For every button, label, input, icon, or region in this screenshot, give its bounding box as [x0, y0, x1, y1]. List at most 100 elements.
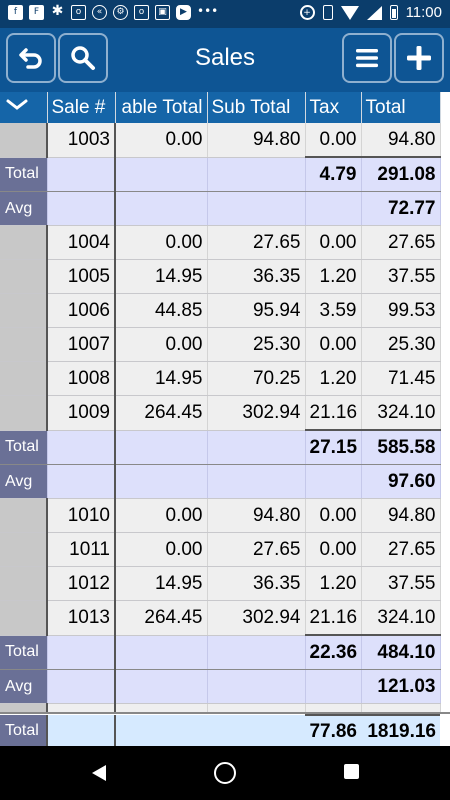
sale-number-cell: 1003: [47, 123, 116, 158]
row-label: [0, 498, 48, 533]
column-header-taxable-total[interactable]: able Total: [115, 92, 208, 123]
table-row[interactable]: 1005 14.95 36.35 1.20 37.55: [0, 259, 441, 294]
table-row[interactable]: 1004 0.00 27.65 0.00 27.65: [0, 225, 441, 260]
nav-recents-button[interactable]: [344, 764, 359, 779]
average-row[interactable]: Avg 97.60: [0, 464, 441, 499]
office-icon-2: o: [134, 5, 149, 20]
subtotal-row[interactable]: Total 22.36 484.10: [0, 634, 441, 670]
add-button[interactable]: [394, 33, 444, 83]
taxable-total-cell: 0.00: [115, 225, 208, 260]
sale-number-cell: 1006: [47, 293, 116, 328]
total-cell: 27.65: [361, 225, 441, 260]
average-row[interactable]: Avg 121.03: [0, 669, 441, 704]
taxable-total-cell: 44.85: [115, 293, 208, 328]
sub-total-cell: [207, 635, 306, 670]
facebook-icon: f: [8, 5, 23, 20]
photo-icon: ▣: [155, 5, 170, 20]
total-cell: 94.80: [361, 123, 441, 158]
row-label: [0, 566, 48, 601]
tax-cell: 21.16: [305, 395, 362, 431]
sale-number-cell: [47, 191, 116, 226]
sale-number-cell: [47, 430, 116, 465]
sub-total-cell: [207, 157, 306, 192]
taxable-total-cell: 0.00: [115, 123, 208, 158]
sale-number-cell: 1004: [47, 225, 116, 260]
sale-number-cell: 1009: [47, 395, 116, 431]
taxable-total-cell: [115, 430, 208, 465]
table-row[interactable]: 1012 14.95 36.35 1.20 37.55: [0, 566, 441, 601]
flipboard-icon: F: [29, 5, 44, 20]
taxable-total-cell: [115, 464, 208, 499]
total-cell: 324.10: [361, 600, 441, 636]
taxable-total-cell: 0.00: [115, 498, 208, 533]
column-header-total[interactable]: Total: [361, 92, 441, 123]
search-button[interactable]: [58, 33, 108, 83]
sale-number-cell: [47, 464, 116, 499]
total-cell: 585.58: [361, 429, 441, 465]
total-cell: 99.53: [361, 293, 441, 328]
back-button[interactable]: [6, 33, 56, 83]
taxable-total-cell: 0.00: [115, 532, 208, 567]
total-cell: 97.60: [361, 464, 441, 499]
column-header-sub-total[interactable]: Sub Total: [207, 92, 306, 123]
row-label: Avg: [0, 191, 48, 226]
row-label: [0, 532, 48, 567]
data-saver-icon: +: [299, 5, 315, 20]
sale-number-cell: 1005: [47, 259, 116, 294]
status-bar: f F ✱ o « ⚙ o ▣ ▶ ••• + 11:00: [0, 0, 450, 28]
sub-total-cell: 94.80: [207, 123, 306, 158]
tax-cell: 0.00: [305, 532, 362, 567]
table-header: Sale # able Total Sub Total Tax Total: [0, 92, 441, 123]
total-cell: 71.45: [361, 361, 441, 396]
sales-table[interactable]: Sale # able Total Sub Total Tax Total 10…: [0, 92, 450, 746]
collapse-column-button[interactable]: [0, 92, 48, 123]
column-header-tax[interactable]: Tax: [305, 92, 362, 123]
table-row[interactable]: 1013 264.45 302.94 21.16 324.10: [0, 600, 441, 636]
subtotal-row[interactable]: Total 27.15 585.58: [0, 429, 441, 465]
taxable-total-cell: [115, 191, 208, 226]
tax-cell: 1.20: [305, 361, 362, 396]
table-row[interactable]: 1010 0.00 94.80 0.00 94.80: [0, 498, 441, 533]
table-row[interactable]: 1008 14.95 70.25 1.20 71.45: [0, 361, 441, 396]
taxable-total-cell: [115, 635, 208, 670]
tax-cell: [305, 191, 362, 226]
more-dots-icon: •••: [197, 4, 219, 18]
battery-icon: [389, 5, 398, 20]
subtotal-row[interactable]: Total 4.79 291.08: [0, 156, 441, 192]
sub-total-cell: [207, 464, 306, 499]
nav-home-button[interactable]: [214, 762, 236, 784]
row-label: Total: [0, 157, 48, 192]
average-row[interactable]: Avg 72.77: [0, 191, 441, 226]
sale-number-cell: [47, 157, 116, 192]
row-label: Avg: [0, 669, 48, 704]
taxable-total-cell: 264.45: [115, 600, 208, 636]
total-cell: 484.10: [361, 634, 441, 670]
settings-icon: ⚙: [113, 5, 128, 20]
table-row[interactable]: 1006 44.85 95.94 3.59 99.53: [0, 293, 441, 328]
total-cell: 25.30: [361, 327, 441, 362]
column-header-sale[interactable]: Sale #: [47, 92, 116, 123]
table-row[interactable]: 1009 264.45 302.94 21.16 324.10: [0, 395, 441, 431]
table-row[interactable]: 1011 0.00 27.65 0.00 27.65: [0, 532, 441, 567]
menu-button[interactable]: [342, 33, 392, 83]
wifi-icon: [340, 5, 359, 20]
tax-cell: [305, 669, 362, 704]
nav-back-button[interactable]: [92, 765, 106, 781]
grand-total-label: Total: [0, 715, 48, 748]
search-icon: [71, 46, 95, 70]
total-cell: 37.55: [361, 259, 441, 294]
sub-total-cell: 70.25: [207, 361, 306, 396]
total-cell: 72.77: [361, 191, 441, 226]
row-label: [0, 225, 48, 260]
signal-icon: [366, 5, 382, 20]
tax-cell: 21.16: [305, 600, 362, 636]
taxable-total-cell: 14.95: [115, 361, 208, 396]
table-row[interactable]: 1003 0.00 94.80 0.00 94.80: [0, 123, 441, 158]
row-label: Total: [0, 430, 48, 465]
sale-number-cell: 1011: [47, 532, 116, 567]
table-row[interactable]: 1007 0.00 25.30 0.00 25.30: [0, 327, 441, 362]
total-cell: 94.80: [361, 498, 441, 533]
sale-number-cell: [47, 669, 116, 704]
sub-total-cell: [207, 669, 306, 704]
tax-cell: 4.79: [305, 156, 362, 192]
